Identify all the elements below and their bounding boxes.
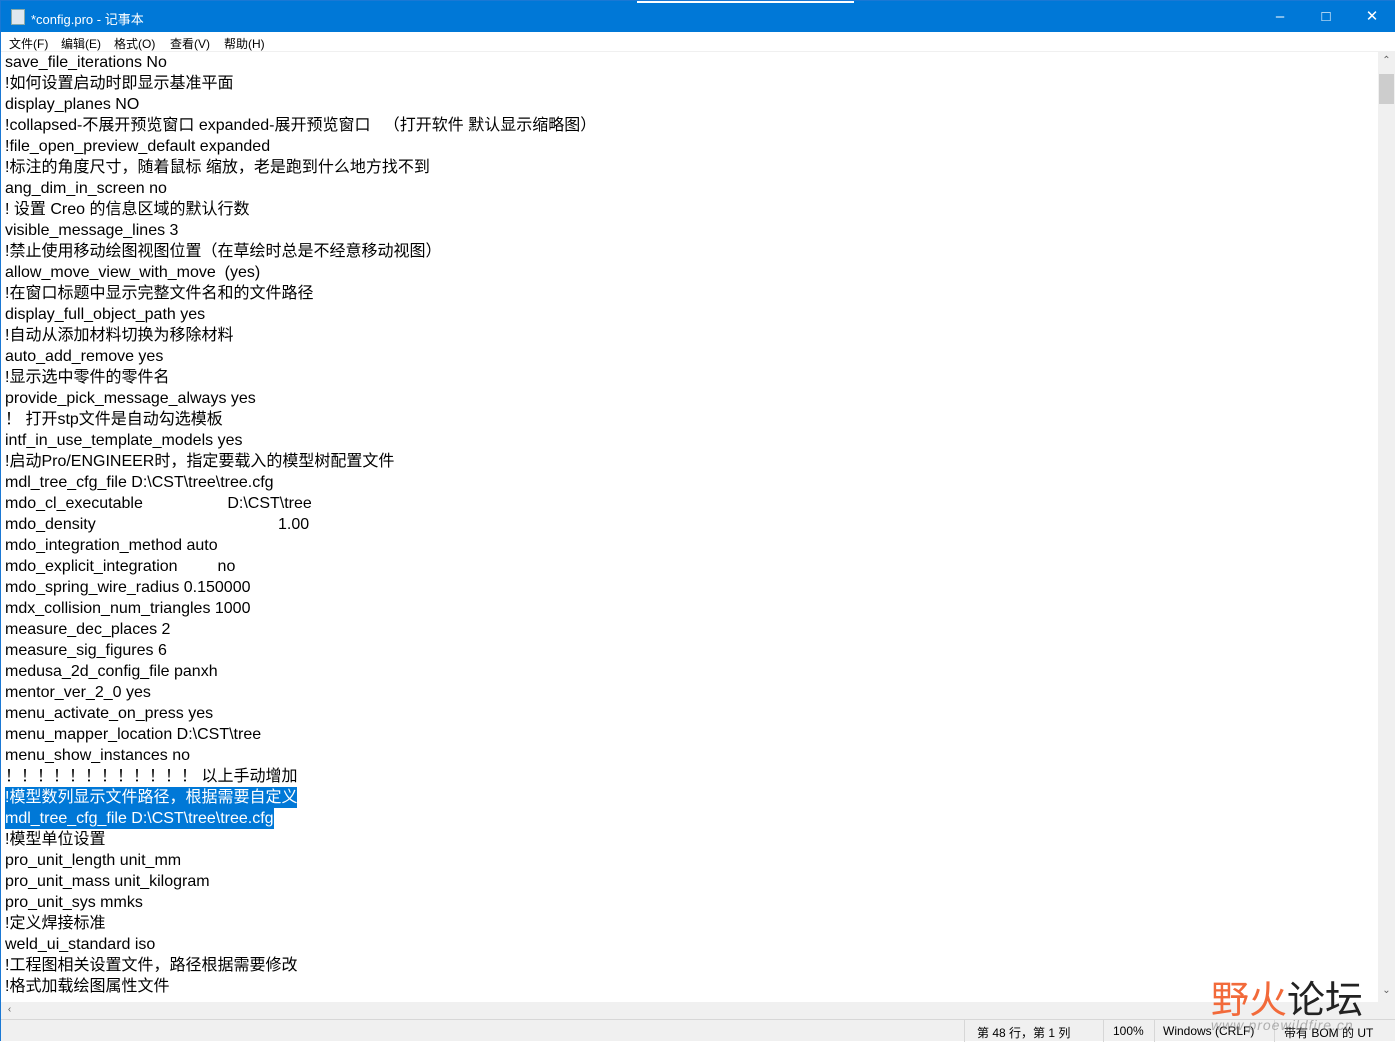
menu-help[interactable]: 帮助(H) <box>224 35 265 52</box>
text-line: ! 设置 Creo 的信息区域的默认行数 <box>5 201 250 218</box>
text-line: !collapsed-不展开预览窗口 expanded-展开预览窗口 （打开软件… <box>5 117 597 134</box>
close-icon[interactable]: ✕ <box>1349 1 1395 32</box>
text-line: !禁止使用移动绘图视图位置（在草绘时总是不经意移动视图） <box>5 243 442 260</box>
text-line: !在窗口标题中显示完整文件名和的文件路径 <box>5 285 314 302</box>
text-line: !标注的角度尺寸，随着鼠标 缩放，老是跑到什么地方找不到 <box>5 159 430 176</box>
text-line: display_full_object_path yes <box>5 306 206 323</box>
menu-file[interactable]: 文件(F) <box>9 35 48 52</box>
horizontal-scrollbar[interactable]: ‹ <box>1 1002 1378 1019</box>
text-line: display_planes NO <box>5 96 140 113</box>
text-line: !file_open_preview_default expanded <box>5 138 271 155</box>
text-line: intf_in_use_template_models yes <box>5 432 243 449</box>
zoom-level: 100% <box>1113 1024 1144 1038</box>
scrollbar-thumb[interactable] <box>1379 74 1394 104</box>
text-line: mdl_tree_cfg_file D:\CST\tree\tree.cfg <box>5 808 274 829</box>
text-line: !自动从添加材料切换为移除材料 <box>5 327 234 344</box>
text-line: ang_dim_in_screen no <box>5 180 167 197</box>
notepad-icon <box>11 9 25 25</box>
text-line: pro_unit_sys mmks <box>5 894 143 911</box>
text-line: !格式加载绘图属性文件 <box>5 978 170 995</box>
text-line: !模型单位设置 <box>5 831 106 848</box>
text-line: mentor_ver_2_0 yes <box>5 684 151 701</box>
text-line: !模型数列显示文件路径，根据需要自定义 <box>5 787 298 808</box>
scrollbar-corner <box>1378 1002 1395 1019</box>
text-line: save_file_iterations No <box>5 54 167 71</box>
text-line: menu_activate_on_press yes <box>5 705 214 722</box>
text-line: menu_show_instances no <box>5 747 191 764</box>
text-line: mdo_spring_wire_radius 0.150000 <box>5 579 251 596</box>
text-line: mdo_cl_executable D:\CST\tree <box>5 495 312 512</box>
text-line: measure_sig_figures 6 <box>5 642 167 659</box>
menu-bar: 文件(F) 编辑(E) 格式(O) 查看(V) 帮助(H) <box>1 32 1395 52</box>
scroll-up-icon[interactable]: ⌃ <box>1378 55 1395 66</box>
text-line: ！ 打开stp文件是自动勾选模板 <box>5 411 223 428</box>
title-accent <box>637 1 854 3</box>
window-title: *config.pro - 记事本 <box>31 12 144 27</box>
vertical-scrollbar[interactable]: ⌃ ⌄ <box>1378 52 1395 1002</box>
status-bar: 第 48 行，第 1 列 100% Windows (CRLF) 带有 BOM … <box>1 1019 1395 1042</box>
text-line: pro_unit_length unit_mm <box>5 852 182 869</box>
menu-format[interactable]: 格式(O) <box>114 35 155 52</box>
minimize-icon[interactable]: – <box>1257 1 1303 32</box>
text-line: mdo_density 1.00 <box>5 516 310 533</box>
menu-view[interactable]: 查看(V) <box>170 35 210 52</box>
text-line: ！！！！！！！！！！！！ 以上手动增加 <box>5 768 298 785</box>
menu-edit[interactable]: 编辑(E) <box>61 35 101 52</box>
text-line: !如何设置启动时即显示基准平面 <box>5 75 234 92</box>
watermark-url: www.proewildfire.cn <box>1211 1017 1354 1033</box>
watermark-logo: 野火论坛 <box>1211 978 1364 1022</box>
text-editor[interactable]: save_file_iterations No !如何设置启动时即显示基准平面 di… <box>1 52 1378 1002</box>
scroll-down-icon[interactable]: ⌄ <box>1378 985 1395 996</box>
text-line: mdl_tree_cfg_file D:\CST\tree\tree.cfg <box>5 474 274 491</box>
text-line: provide_pick_message_always yes <box>5 390 256 407</box>
text-line: mdo_integration_method auto <box>5 537 218 554</box>
text-line: mdx_collision_num_triangles 1000 <box>5 600 251 617</box>
text-line: pro_unit_mass unit_kilogram <box>5 873 210 890</box>
title-bar: *config.pro - 记事本 – □ ✕ <box>1 1 1395 32</box>
text-line: visible_message_lines 3 <box>5 222 179 239</box>
text-line: auto_add_remove yes <box>5 348 164 365</box>
maximize-icon[interactable]: □ <box>1303 1 1349 32</box>
scroll-left-icon[interactable]: ‹ <box>1 1004 18 1015</box>
text-line: !工程图相关设置文件，路径根据需要修改 <box>5 957 298 974</box>
text-line: measure_dec_places 2 <box>5 621 171 638</box>
text-line: allow_move_view_with_move (yes) <box>5 264 261 281</box>
text-line: !定义焊接标准 <box>5 915 106 932</box>
cursor-position: 第 48 行，第 1 列 <box>977 1026 1071 1040</box>
text-line: menu_mapper_location D:\CST\tree <box>5 726 262 743</box>
text-line: medusa_2d_config_file panxh <box>5 663 218 680</box>
text-line: mdo_explicit_integration no <box>5 558 236 575</box>
text-line: !显示选中零件的零件名 <box>5 369 170 386</box>
text-line: weld_ui_standard iso <box>5 936 156 953</box>
text-line: !启动Pro/ENGINEER时，指定要载入的模型树配置文件 <box>5 453 395 470</box>
